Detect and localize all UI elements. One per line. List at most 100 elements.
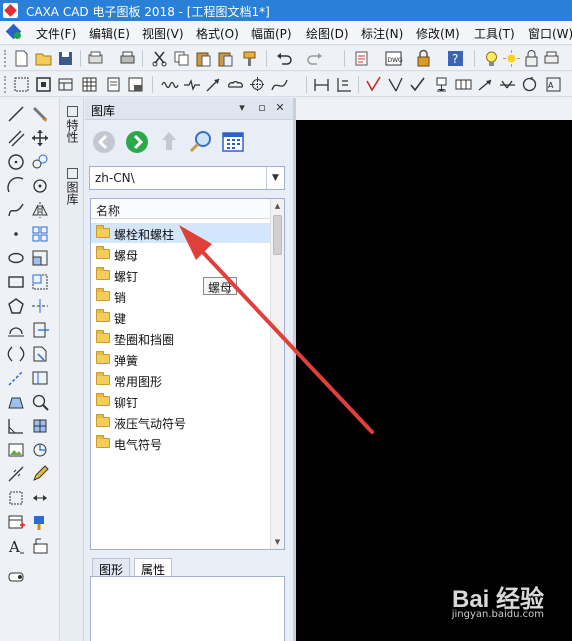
menu-edit[interactable]: 编辑(E) (89, 25, 130, 42)
list-item[interactable]: 垫圈和挡圈 (91, 328, 271, 348)
layer-print-icon[interactable] (542, 49, 561, 68)
select-window-icon[interactable] (12, 75, 31, 94)
polygon-icon[interactable] (6, 296, 26, 316)
move-icon[interactable] (30, 128, 50, 148)
zoom-fit-icon[interactable] (30, 392, 50, 412)
open-file-icon[interactable] (34, 49, 53, 68)
help-icon[interactable]: ? (446, 49, 465, 68)
roughness-icon[interactable] (364, 75, 383, 94)
weld-icon[interactable] (386, 75, 405, 94)
chain-icon[interactable] (498, 75, 517, 94)
pin-icon[interactable]: ▫ (255, 101, 269, 115)
extend-icon[interactable] (30, 320, 50, 340)
section-view-icon[interactable]: A (544, 75, 563, 94)
brush-blue-icon[interactable] (30, 512, 50, 532)
up-folder-icon[interactable] (155, 128, 183, 156)
new-file-icon[interactable] (12, 49, 31, 68)
list-scrollbar[interactable]: ▲ ▼ (270, 199, 284, 549)
layer-light-icon[interactable] (482, 49, 501, 68)
tab-preview-attributes[interactable]: 属性 (134, 558, 173, 577)
tab-preview-graphic[interactable]: 图形 (92, 558, 131, 577)
paste-icon[interactable] (194, 49, 213, 68)
select-frame-icon[interactable] (34, 75, 53, 94)
property-icon[interactable] (352, 49, 371, 68)
list-item[interactable]: 销 (91, 286, 271, 306)
equidistant-line-icon[interactable] (6, 344, 26, 364)
list-item[interactable]: 铆钉 (91, 391, 271, 411)
menu-window[interactable]: 窗口(W) (528, 25, 572, 42)
list-item[interactable]: 电气符号 (91, 433, 271, 453)
tab-library[interactable]: 图库 (63, 168, 81, 205)
list-item[interactable]: 液压气动符号 (91, 412, 271, 432)
block-icon[interactable] (30, 416, 50, 436)
text-icon[interactable]: A (6, 536, 26, 556)
stretch-icon[interactable] (30, 272, 50, 292)
dim-linear-icon[interactable] (312, 75, 331, 94)
list-item[interactable]: 弹簧 (91, 349, 271, 369)
pencil-icon[interactable] (30, 464, 50, 484)
scrollbar-thumb[interactable] (273, 215, 282, 255)
rotate-view-icon[interactable] (520, 75, 539, 94)
copy-objects-icon[interactable] (30, 152, 50, 172)
datum-icon[interactable] (432, 75, 451, 94)
menu-format[interactable]: 格式(O) (196, 25, 239, 42)
rotate-copy-icon[interactable] (30, 440, 50, 460)
menu-draw[interactable]: 绘图(D) (306, 25, 349, 42)
spline-icon[interactable] (270, 75, 289, 94)
layer-lock-icon[interactable] (522, 49, 541, 68)
menu-modify[interactable]: 修改(M) (416, 25, 460, 42)
column-header-name[interactable]: 名称 (91, 199, 271, 219)
scroll-down-icon[interactable]: ▼ (271, 535, 284, 549)
redo-icon[interactable] (306, 49, 325, 68)
layer-sun-icon[interactable] (502, 49, 521, 68)
hatch-brush-icon[interactable] (30, 104, 50, 124)
list-item[interactable]: 键 (91, 307, 271, 327)
copy-icon[interactable] (172, 49, 191, 68)
array-icon[interactable] (30, 224, 50, 244)
print-icon[interactable] (118, 49, 137, 68)
arc-icon[interactable] (6, 176, 26, 196)
list-item[interactable]: 螺母 (91, 244, 271, 264)
toolbar-grip[interactable] (4, 76, 7, 93)
search-icon[interactable] (187, 128, 215, 156)
dash-line-icon[interactable] (6, 368, 26, 388)
image-insert-icon[interactable] (6, 440, 26, 460)
lock-icon[interactable] (414, 49, 433, 68)
line-icon[interactable] (6, 104, 26, 124)
list-item[interactable]: 螺栓和螺柱 (91, 223, 271, 243)
title-block-icon[interactable] (126, 75, 145, 94)
parallel-line-icon[interactable] (6, 128, 26, 148)
view-mode-icon[interactable] (219, 128, 247, 156)
list-item[interactable]: 常用图形 (91, 370, 271, 390)
circle-icon[interactable] (6, 152, 26, 172)
cut-icon[interactable] (150, 49, 169, 68)
mirror-icon[interactable] (30, 200, 50, 220)
panel-menu-dropdown-icon[interactable]: ▾ (235, 101, 249, 115)
close-icon[interactable]: ✕ (273, 101, 287, 115)
tab-properties[interactable]: 特性 (63, 106, 81, 143)
plot-icon[interactable] (86, 49, 105, 68)
ruler-icon[interactable] (6, 464, 26, 484)
rotate-icon[interactable] (30, 176, 50, 196)
dwg-convert-icon[interactable]: DWG (384, 49, 403, 68)
centerline-icon[interactable] (6, 320, 26, 340)
menu-sheet[interactable]: 幅面(P) (251, 25, 292, 42)
menu-file[interactable]: 文件(F) (36, 25, 76, 42)
rectangle-icon[interactable] (6, 272, 26, 292)
sheet-icon[interactable] (104, 75, 123, 94)
break-line-icon[interactable] (182, 75, 201, 94)
caxa-logo-icon[interactable] (6, 24, 24, 42)
dimension-arrows-icon[interactable] (30, 488, 50, 508)
hand-tool-icon[interactable] (6, 566, 26, 586)
scale-icon[interactable] (30, 248, 50, 268)
point-icon[interactable] (6, 224, 26, 244)
paste-special-icon[interactable] (216, 49, 235, 68)
save-icon[interactable] (56, 49, 75, 68)
wave-line-icon[interactable] (160, 75, 179, 94)
scroll-up-icon[interactable]: ▲ (271, 199, 284, 213)
undo-icon[interactable] (274, 49, 293, 68)
table-frame-icon[interactable] (56, 75, 75, 94)
tolerance-icon[interactable] (454, 75, 473, 94)
toolbar-grip[interactable] (4, 50, 7, 67)
menu-dimension[interactable]: 标注(N) (361, 25, 403, 42)
